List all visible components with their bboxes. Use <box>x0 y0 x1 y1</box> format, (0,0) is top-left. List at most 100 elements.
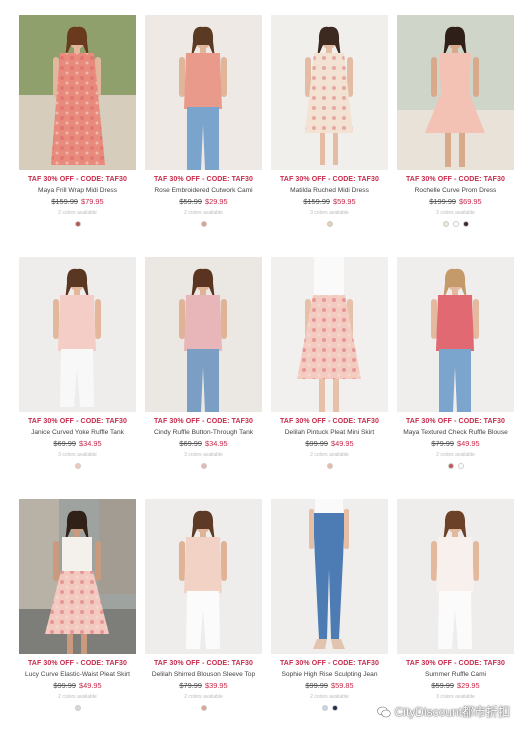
model-photo <box>397 15 514 170</box>
model-photo <box>397 257 514 412</box>
color-swatches <box>200 221 207 227</box>
colors-available: 3 colors available <box>310 210 349 216</box>
product-name[interactable]: Delilah Pintuck Pleat Mini Skirt <box>285 429 374 436</box>
product-image[interactable] <box>19 15 136 170</box>
wechat-icon <box>376 706 391 718</box>
product-image[interactable] <box>397 15 514 170</box>
color-swatch[interactable] <box>74 463 81 469</box>
product-name[interactable]: Matilda Ruched Midi Dress <box>290 187 369 194</box>
model-photo <box>271 15 388 170</box>
product-card[interactable]: TAF 30% OFF - CODE: TAF30 Cindy Ruffle B… <box>145 257 262 490</box>
product-card[interactable]: TAF 30% OFF - CODE: TAF30 Janice Curved … <box>19 257 136 490</box>
color-swatches <box>74 221 81 227</box>
original-price: $99.99 <box>305 681 328 690</box>
product-image[interactable] <box>145 15 262 170</box>
original-price: $59.99 <box>431 681 454 690</box>
colors-available: 3 colors available <box>436 694 475 700</box>
promo-code-label: TAF 30% OFF - CODE: TAF30 <box>27 176 128 183</box>
product-card[interactable]: TAF 30% OFF - CODE: TAF30 Maya Frill Wra… <box>19 15 136 248</box>
product-card[interactable]: TAF 30% OFF - CODE: TAF30 Rochelle Curve… <box>397 15 514 248</box>
colors-available: 2 colors available <box>184 210 223 216</box>
original-price: $79.99 <box>179 681 202 690</box>
product-name[interactable]: Lucy Curve Elastic-Waist Pleat Skirt <box>25 671 130 678</box>
color-swatches <box>447 463 464 469</box>
price-row: $159.99 $59.95 <box>303 197 355 206</box>
product-card[interactable]: TAF 30% OFF - CODE: TAF30 Summer Ruffle … <box>397 499 514 732</box>
original-price: $69.99 <box>179 439 202 448</box>
price-row: $99.99 $59.85 <box>305 681 353 690</box>
colors-available: 3 colors available <box>184 452 223 458</box>
original-price: $69.99 <box>53 439 76 448</box>
color-swatch[interactable] <box>447 463 454 469</box>
product-name[interactable]: Rose Embroidered Cutwork Cami <box>154 187 252 194</box>
original-price: $59.99 <box>179 197 202 206</box>
product-card[interactable]: TAF 30% OFF - CODE: TAF30 Matilda Ruched… <box>271 15 388 248</box>
product-card[interactable]: TAF 30% OFF - CODE: TAF30 Sophie High Ri… <box>271 499 388 732</box>
product-card[interactable]: TAF 30% OFF - CODE: TAF30 Rose Embroider… <box>145 15 262 248</box>
price-row: $79.99 $49.95 <box>431 439 479 448</box>
product-image[interactable] <box>271 499 388 654</box>
color-swatch[interactable] <box>200 463 207 469</box>
colors-available: 2 colors available <box>58 210 97 216</box>
product-image[interactable] <box>145 499 262 654</box>
product-name[interactable]: Sophie High Rise Sculpting Jean <box>281 671 377 678</box>
colors-available: 2 colors available <box>58 694 97 700</box>
product-image[interactable] <box>19 499 136 654</box>
product-image[interactable] <box>19 257 136 412</box>
product-card[interactable]: TAF 30% OFF - CODE: TAF30 Delilah Pintuc… <box>271 257 388 490</box>
product-image[interactable] <box>271 15 388 170</box>
product-image[interactable] <box>397 257 514 412</box>
sale-price: $34.95 <box>79 439 102 448</box>
colors-available: 3 colors available <box>436 210 475 216</box>
price-row: $79.99 $39.95 <box>179 681 227 690</box>
color-swatches <box>321 705 338 711</box>
model-photo <box>397 499 514 654</box>
product-image[interactable] <box>397 499 514 654</box>
model-photo <box>19 499 136 654</box>
product-card[interactable]: TAF 30% OFF - CODE: TAF30 Lucy Curve Ela… <box>19 499 136 732</box>
model-photo <box>145 257 262 412</box>
product-name[interactable]: Summer Ruffle Cami <box>425 671 486 678</box>
sale-price: $59.85 <box>331 681 354 690</box>
color-swatch[interactable] <box>326 221 333 227</box>
product-name[interactable]: Delilah Shirred Blouson Sleeve Top <box>152 671 255 678</box>
promo-code-label: TAF 30% OFF - CODE: TAF30 <box>279 660 380 667</box>
colors-available: 2 colors available <box>436 452 475 458</box>
product-image[interactable] <box>271 257 388 412</box>
price-row: $99.99 $49.95 <box>305 439 353 448</box>
color-swatch[interactable] <box>74 221 81 227</box>
colors-available: 2 colors available <box>310 694 349 700</box>
product-card[interactable]: TAF 30% OFF - CODE: TAF30 Maya Textured … <box>397 257 514 490</box>
color-swatch[interactable] <box>326 463 333 469</box>
promo-code-label: TAF 30% OFF - CODE: TAF30 <box>405 418 506 425</box>
color-swatch[interactable] <box>442 221 449 227</box>
price-row: $59.99 $29.95 <box>179 197 227 206</box>
sale-price: $29.95 <box>205 197 228 206</box>
price-row: $69.99 $34.95 <box>53 439 101 448</box>
product-name[interactable]: Maya Frill Wrap Midi Dress <box>38 187 117 194</box>
product-image[interactable] <box>145 257 262 412</box>
color-swatch[interactable] <box>452 221 459 227</box>
color-swatch[interactable] <box>462 221 469 227</box>
product-name[interactable]: Maya Textured Check Ruffle Blouse <box>403 429 508 436</box>
original-price: $79.99 <box>431 439 454 448</box>
original-price: $99.99 <box>305 439 328 448</box>
product-grid: TAF 30% OFF - CODE: TAF30 Maya Frill Wra… <box>19 15 514 732</box>
sale-price: $59.95 <box>333 197 356 206</box>
product-name[interactable]: Cindy Ruffle Button-Through Tank <box>154 429 253 436</box>
original-price: $159.99 <box>303 197 331 206</box>
color-swatch[interactable] <box>331 705 338 711</box>
promo-code-label: TAF 30% OFF - CODE: TAF30 <box>279 418 380 425</box>
color-swatch[interactable] <box>200 705 207 711</box>
color-swatch[interactable] <box>457 463 464 469</box>
product-card[interactable]: TAF 30% OFF - CODE: TAF30 Delilah Shirre… <box>145 499 262 732</box>
sale-price: $69.95 <box>459 197 482 206</box>
color-swatch[interactable] <box>200 221 207 227</box>
product-name[interactable]: Janice Curved Yoke Ruffle Tank <box>31 429 124 436</box>
product-name[interactable]: Rochelle Curve Prom Dress <box>415 187 497 194</box>
sale-price: $39.95 <box>205 681 228 690</box>
color-swatch[interactable] <box>321 705 328 711</box>
color-swatch[interactable] <box>74 705 81 711</box>
original-price: $159.99 <box>51 197 79 206</box>
model-photo <box>271 257 388 412</box>
